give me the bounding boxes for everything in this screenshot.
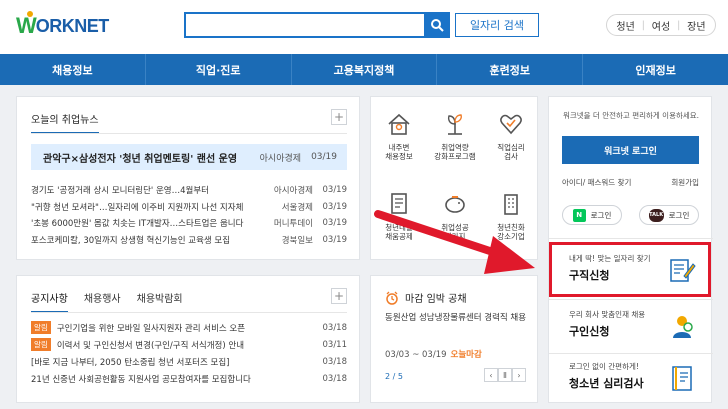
link-youth[interactable]: 청년 xyxy=(616,18,634,33)
headline-title: 관악구×삼성전자 '청년 취업멘토링' 랜선 운영 xyxy=(43,153,238,165)
notebook-icon xyxy=(672,366,692,391)
service-success-package[interactable]: 취업성공 패키지 xyxy=(427,183,483,259)
worknet-logo[interactable]: W ORKNET xyxy=(16,11,109,39)
nav-career[interactable]: 직업·진로 xyxy=(146,54,292,85)
services-grid: 내주변 채용정보 취업역량 강화프로그램 직업심리 검사 청년내일 채움공제 취… xyxy=(371,103,539,259)
service-employability[interactable]: 취업역량 강화프로그램 xyxy=(427,103,483,179)
list-item[interactable]: 알림 이력서 및 구인신청서 변경(구인/구직 서식개정) 안내 03/11 xyxy=(31,336,347,353)
plus-icon: + xyxy=(333,110,345,124)
divider xyxy=(31,312,347,313)
naver-login-button[interactable]: N 로그인 xyxy=(562,205,622,225)
tab-job-news[interactable]: 오늘의 취업뉴스 xyxy=(31,111,99,134)
youth-psych-test-promo[interactable]: 로그인 없이 간편하게! 청소년 심리검사 xyxy=(549,353,713,403)
list-item[interactable]: 알림 구인기업을 위한 모바일 일사지원자 관리 서비스 오픈 03/18 xyxy=(31,319,347,336)
sign-up-link[interactable]: 회원가입 xyxy=(671,177,699,188)
divider xyxy=(549,299,713,300)
list-item[interactable]: '초봉 6000만원' 몸값 치솟는 IT개발자…스타트업은 웁니다 머니투데이 0… xyxy=(31,215,347,232)
document-icon xyxy=(384,189,414,219)
heart-check-icon xyxy=(496,109,526,139)
list-item[interactable]: 21년 신중년 사회공헌활동 지원사업 공모참여자를 모집합니다 03/18 xyxy=(31,370,347,387)
search-input[interactable] xyxy=(184,12,450,38)
prev-button[interactable]: ‹ xyxy=(484,368,498,382)
notice-list: 알림 구인기업을 위한 모바일 일사지원자 관리 서비스 오픈 03/18 알림 이력… xyxy=(31,319,347,387)
next-button[interactable]: › xyxy=(512,368,526,382)
nav-talent[interactable]: 인재정보 xyxy=(583,54,728,85)
kakao-talk-icon: TALK xyxy=(648,208,664,222)
kakao-login-button[interactable]: TALK 로그인 xyxy=(639,205,699,225)
account-links: 아이디/ 패스워드 찾기 회원가입 xyxy=(562,177,699,188)
plus-icon: + xyxy=(333,289,345,303)
notice-panel: 공지사항 채용행사 채용박람회 + 알림 구인기업을 위한 모바일 일사지원자 관… xyxy=(16,275,360,403)
headline-date: 03/19 xyxy=(311,152,337,162)
link-women[interactable]: 여성 xyxy=(652,18,670,33)
tab-notices[interactable]: 공지사항 xyxy=(31,290,68,313)
more-notices-button[interactable]: + xyxy=(331,288,347,304)
recruit-person-icon xyxy=(673,316,693,338)
service-psych-test[interactable]: 직업심리 검사 xyxy=(483,103,539,179)
chevron-right-icon: › xyxy=(517,370,521,380)
search-icon xyxy=(431,19,444,32)
search-button[interactable] xyxy=(424,12,450,38)
divider xyxy=(31,133,347,134)
notice-badge: 알림 xyxy=(31,338,51,351)
nav-training[interactable]: 훈련정보 xyxy=(437,54,584,85)
find-id-password-link[interactable]: 아이디/ 패스워드 찾기 xyxy=(562,177,631,188)
list-item[interactable]: [바로 지금 나부터, 2050 탄소중립 청년 서포터즈 모집] 03/18 xyxy=(31,353,347,370)
divider: | xyxy=(676,19,681,31)
logo-dot xyxy=(27,11,33,17)
building-icon xyxy=(496,189,526,219)
house-icon xyxy=(384,109,414,139)
list-item[interactable]: 포스코케미칼, 30일까지 상생형 혁신기능인 교육생 모집 경북일보 03/19 xyxy=(31,232,347,249)
service-youth-companies[interactable]: 청년친화 강소기업 xyxy=(483,183,539,259)
plant-icon xyxy=(440,109,470,139)
list-item[interactable]: 경기도 '공정거래 상시 모니터링단' 운영…4월부터 아시아경제 03/19 xyxy=(31,182,347,199)
worknet-login-button[interactable]: 워크넷 로그인 xyxy=(562,136,699,164)
main-nav: 채용정보 직업·진로 고용복지정책 훈련정보 인재정보 xyxy=(0,54,728,85)
deadline-dates: 03/03 ~ 03/19 오늘마감 xyxy=(385,350,482,360)
service-youth-savings[interactable]: 청년내일 채움공제 xyxy=(371,183,427,259)
job-search-button[interactable]: 일자리 검색 xyxy=(455,13,539,37)
deadline-tag: 오늘마감 xyxy=(450,350,482,360)
recruit-application-promo[interactable]: 우리 회사 맞춤인재 채용 구인신청 xyxy=(549,301,713,351)
pause-button[interactable]: Ⅱ xyxy=(498,368,512,382)
deadline-controls: ‹ Ⅱ › xyxy=(484,368,526,382)
nav-job-info[interactable]: 채용정보 xyxy=(0,54,146,85)
notice-badge: 알림 xyxy=(31,321,51,334)
nav-welfare-policy[interactable]: 고용복지정책 xyxy=(292,54,438,85)
link-middle-aged[interactable]: 장년 xyxy=(687,18,705,33)
deadline-pagination: 2 / 5 xyxy=(385,372,403,381)
news-panel: 오늘의 취업뉴스 + 관악구×삼성전자 '청년 취업멘토링' 랜선 운영 아시아… xyxy=(16,96,360,260)
news-list: 경기도 '공정거래 상시 모니터링단' 운영…4월부터 아시아경제 03/19 "귀… xyxy=(31,182,347,248)
service-nearby-jobs[interactable]: 내주변 채용정보 xyxy=(371,103,427,179)
headline-source: 아시아경제 xyxy=(259,153,302,164)
alarm-clock-icon xyxy=(386,291,398,305)
divider xyxy=(549,238,713,239)
more-news-button[interactable]: + xyxy=(331,109,347,125)
deadline-panel: 마감 임박 공채 동원산업 성남냉장물류센터 경력직 채용 03/03 ~ 03… xyxy=(370,275,538,403)
chevron-left-icon: ‹ xyxy=(489,370,493,380)
deadline-title: 마감 임박 공채 xyxy=(385,290,467,305)
naver-icon: N xyxy=(572,208,586,222)
divider: | xyxy=(641,19,645,31)
notice-tabs: 공지사항 채용행사 채용박람회 xyxy=(31,290,199,313)
highlight-box xyxy=(549,242,711,297)
services-panel: 내주변 채용정보 취업역량 강화프로그램 직업심리 검사 청년내일 채움공제 취… xyxy=(370,96,538,260)
list-item[interactable]: "귀향 청년 모셔라"…일자리에 이주비 지원까지 나선 지자체 서울경제 03/1… xyxy=(31,199,347,216)
login-description: 워크넷을 더 안전하고 편리하게 이용하세요. xyxy=(562,111,700,120)
deadline-post[interactable]: 동원산업 성남냉장물류센터 경력직 채용 xyxy=(385,312,527,325)
tab-job-fairs[interactable]: 채용박람회 xyxy=(137,290,183,313)
headline-news[interactable]: 관악구×삼성전자 '청년 취업멘토링' 랜선 운영 아시아경제 03/19 xyxy=(31,144,347,170)
user-type-links: 청년 | 여성 | 장년 xyxy=(606,14,716,36)
tab-recruit-events[interactable]: 채용행사 xyxy=(84,290,121,313)
piggy-bank-icon xyxy=(440,189,470,219)
pause-icon: Ⅱ xyxy=(503,370,507,380)
